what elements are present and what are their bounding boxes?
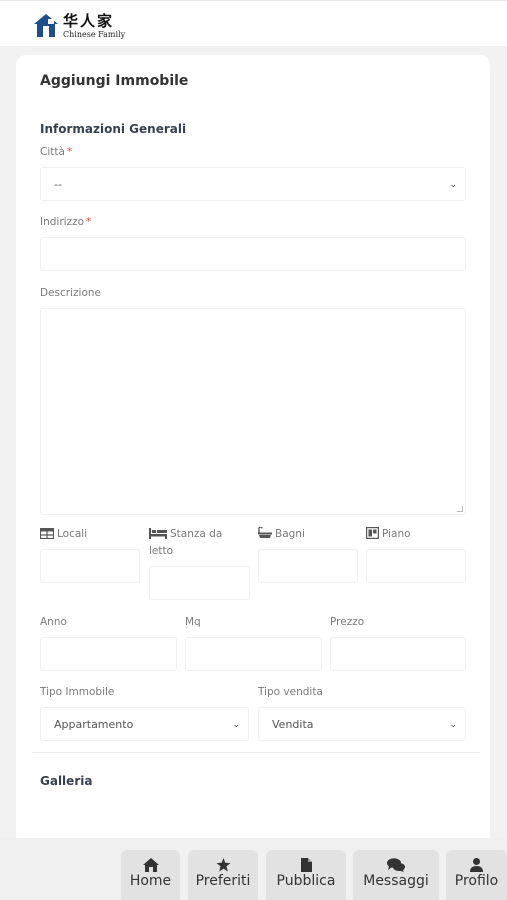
section-gallery-title: Galleria bbox=[40, 774, 93, 788]
resize-handle[interactable] bbox=[457, 506, 463, 512]
bed-icon bbox=[149, 528, 167, 539]
city-select-value: -- bbox=[54, 178, 62, 191]
table-icon bbox=[40, 528, 54, 539]
sale-type-label: Tipo vendita bbox=[258, 686, 323, 698]
nav-home[interactable]: Home bbox=[121, 850, 180, 900]
floor-label: Piano bbox=[366, 526, 411, 543]
chevron-down-icon: ⌄ bbox=[449, 720, 457, 730]
year-label: Anno bbox=[40, 616, 67, 628]
address-label: Indirizzo * bbox=[40, 214, 91, 231]
property-type-label: Tipo Immobile bbox=[40, 686, 115, 698]
nav-profile-label: Profilo bbox=[454, 873, 499, 889]
property-type-value: Appartamento bbox=[54, 718, 134, 731]
rooms-label-text: Locali bbox=[57, 528, 88, 540]
nav-profile[interactable]: Profilo bbox=[446, 850, 507, 900]
house-logo-icon bbox=[34, 14, 58, 37]
required-mark: * bbox=[86, 216, 92, 228]
price-label: Prezzo bbox=[330, 616, 365, 628]
address-input[interactable] bbox=[40, 237, 466, 271]
rooms-input[interactable] bbox=[40, 549, 140, 583]
bath-label-text: Bagni bbox=[275, 528, 305, 540]
user-icon bbox=[470, 858, 483, 872]
nav-publish[interactable]: Pubblica bbox=[266, 850, 346, 900]
home-icon bbox=[142, 858, 159, 872]
bedroom-input[interactable] bbox=[149, 566, 250, 600]
property-type-select[interactable]: Appartamento ⌄ bbox=[40, 707, 249, 741]
add-property-card: Aggiungi Immobile Informazioni Generali … bbox=[16, 55, 490, 845]
bath-label: Bagni bbox=[258, 526, 305, 543]
star-icon bbox=[216, 858, 230, 872]
nav-favorites[interactable]: Preferiti bbox=[188, 850, 258, 900]
nav-messages[interactable]: Messaggi bbox=[353, 850, 439, 900]
city-label: Città * bbox=[40, 144, 72, 161]
year-input[interactable] bbox=[40, 637, 177, 671]
nav-favorites-label: Preferiti bbox=[195, 873, 251, 889]
nav-publish-label: Pubblica bbox=[276, 873, 336, 889]
price-input[interactable] bbox=[330, 637, 466, 671]
sale-type-value: Vendita bbox=[272, 718, 314, 731]
sqm-label: Mq bbox=[185, 616, 201, 628]
nav-messages-label: Messaggi bbox=[363, 873, 429, 889]
page-title: Aggiungi Immobile bbox=[40, 73, 189, 89]
required-mark: * bbox=[66, 146, 73, 158]
top-bar: 华人家 Chinese Family bbox=[0, 0, 507, 46]
chat-bubbles-icon bbox=[387, 858, 405, 872]
document-icon bbox=[300, 858, 312, 872]
city-select[interactable]: -- ⌄ bbox=[40, 167, 466, 201]
section-general-title: Informazioni Generali bbox=[40, 122, 187, 136]
address-label-text: Indirizzo bbox=[40, 216, 85, 228]
chevron-down-icon: ⌄ bbox=[232, 720, 240, 730]
floor-label-text: Piano bbox=[382, 528, 411, 540]
logo-english-text: Chinese Family bbox=[63, 30, 126, 39]
sqm-input[interactable] bbox=[185, 637, 322, 671]
description-textarea[interactable] bbox=[40, 308, 466, 515]
bedroom-label: Stanza da letto bbox=[149, 526, 249, 560]
chevron-down-icon: ⌄ bbox=[449, 180, 457, 190]
bath-icon bbox=[258, 527, 272, 538]
rooms-label: Locali bbox=[40, 526, 87, 543]
logo[interactable]: 华人家 Chinese Family bbox=[33, 10, 126, 42]
sale-type-select[interactable]: Vendita ⌄ bbox=[258, 707, 466, 741]
logo-chinese-text: 华人家 bbox=[63, 12, 115, 30]
floor-input[interactable] bbox=[366, 549, 466, 583]
bath-input[interactable] bbox=[258, 549, 358, 583]
description-label: Descrizione bbox=[40, 287, 101, 299]
city-label-text: Città bbox=[40, 146, 65, 158]
divider bbox=[32, 752, 480, 753]
bottom-nav: Home Preferiti Pubblica Messaggi Profilo bbox=[0, 838, 507, 900]
nav-home-label: Home bbox=[129, 873, 172, 889]
floor-plan-icon bbox=[366, 527, 379, 539]
